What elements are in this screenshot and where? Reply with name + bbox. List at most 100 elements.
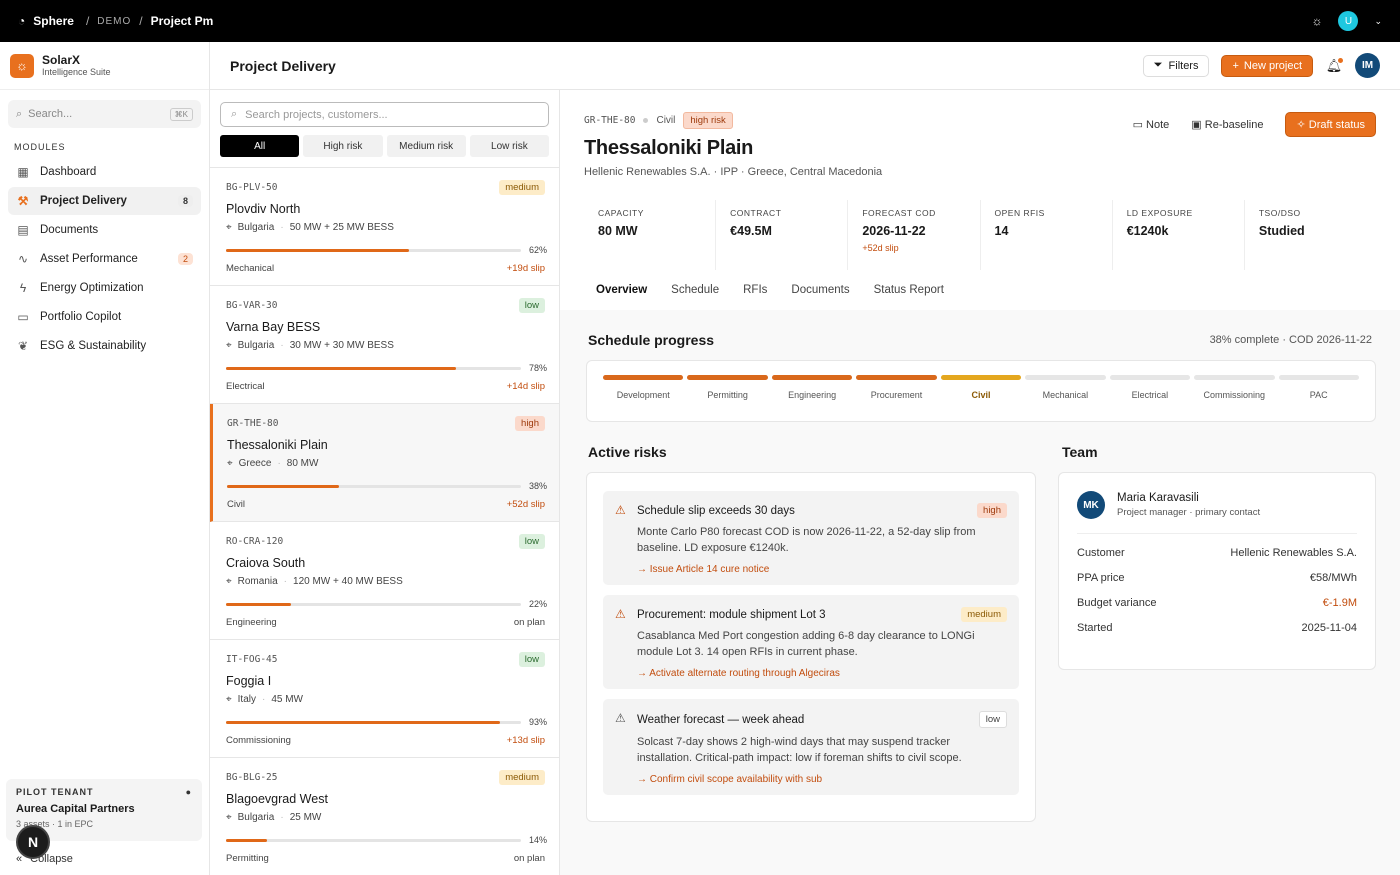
project-phase: Mechanical [226, 263, 275, 274]
warning-icon: ⚠ [615, 503, 626, 517]
slip-indicator: +52d slip [506, 499, 545, 510]
count-badge: 8 [177, 195, 193, 207]
project-detail: GR-THE-80 Civil high risk Thessaloniki P… [560, 90, 1400, 875]
risk-title: Procurement: module shipment Lot 3 [637, 608, 826, 621]
sidebar-item-portfolio-copilot[interactable]: ▭ Portfolio Copilot [8, 303, 201, 331]
phase-label: Engineering [788, 390, 837, 400]
sidebar-item-project-delivery[interactable]: ⚒ Project Delivery 8 [8, 187, 201, 215]
sidebar-item-energy-optimization[interactable]: ϟ Energy Optimization [8, 274, 201, 302]
project-size: 25 MW [289, 812, 322, 823]
page-title: Project Delivery [230, 57, 336, 74]
grid-icon: ▦ [17, 165, 29, 179]
chat-icon: ▭ [17, 310, 29, 324]
project-phase: Civil [656, 115, 676, 126]
chevron-down-icon[interactable]: ⌄ [1374, 16, 1382, 27]
kpi-label: CONTRACT [730, 208, 782, 218]
project-card[interactable]: BG-BLG-25 medium Blagoevgrad West ⌖ Bulgar… [210, 758, 559, 875]
project-country: Bulgaria [237, 812, 275, 823]
risk-level-badge: medium [961, 607, 1007, 622]
sidebar-item-asset-performance[interactable]: ∿ Asset Performance 2 [8, 245, 201, 273]
project-card[interactable]: BG-PLV-50 medium Plovdiv North ⌖ Bulgaria ·… [210, 168, 559, 286]
phase-bar [940, 375, 1022, 380]
filter-low-risk[interactable]: Low risk [469, 135, 549, 157]
project-name: Varna Bay BESS [226, 320, 321, 334]
project-code: BG-VAR-30 [226, 300, 278, 311]
draft-status-button[interactable]: ✧ Draft status [1285, 112, 1376, 137]
progress-fill [226, 602, 291, 606]
user-avatar[interactable]: U [1338, 11, 1359, 31]
alert-badge: 2 [177, 253, 193, 265]
note-icon: ▭ [1132, 119, 1143, 131]
plus-icon: + [1232, 59, 1239, 72]
theme-sun-icon[interactable]: ☼ [1311, 14, 1322, 28]
rebaseline-button[interactable]: ▣ Re-baseline [1191, 118, 1263, 131]
kpi-value: 2026-11-22 [862, 224, 926, 238]
risk-action-link[interactable]: → Activate alternate routing through Alg… [637, 668, 1007, 679]
sphere-icon: ◔ [18, 14, 26, 28]
sidebar-search-input[interactable]: ⌕ Search... ⌘K [8, 100, 201, 128]
risk-badge: low [518, 534, 545, 549]
risk-description: Solcast 7-day shows 2 high-wind days tha… [637, 736, 962, 764]
tab-schedule[interactable]: Schedule [659, 284, 731, 312]
sidebar-item-documents[interactable]: ▤ Documents [8, 216, 201, 244]
filter-high-risk[interactable]: High risk [303, 135, 383, 157]
kpi-value: €49.5M [730, 224, 772, 238]
project-name: Craiova South [226, 556, 306, 570]
next-devtools-icon[interactable]: N [16, 825, 50, 859]
project-card[interactable]: RO-CRA-120 low Craiova South ⌖ Romania · 120… [210, 522, 559, 640]
bolt-icon: ϟ [19, 281, 27, 295]
kpi-forecast-cod: FORECAST COD 2026-11-22 +52d slip [848, 200, 981, 270]
tab-status-report[interactable]: Status Report [862, 284, 956, 312]
top-bar: ◔ Sphere / DEMO / Project Pm ☼ U ⌄ [0, 0, 1400, 42]
schedule-progress-card: Development Permitting Engineering Procurem… [586, 360, 1376, 422]
crumb-demo[interactable]: DEMO [97, 16, 131, 27]
new-project-button[interactable]: + New project [1221, 54, 1313, 77]
risks-heading: Active risks [588, 444, 667, 460]
status-dot-icon: ● [185, 787, 192, 797]
sidebar: ☼ SolarX Intelligence Suite ⌕ Search... ⌘K … [0, 42, 210, 875]
kpi-label: CAPACITY [598, 208, 644, 218]
project-card[interactable]: IT-FOG-45 low Foggia I ⌖ Italy · 45 MW 93% C… [210, 640, 559, 758]
project-name: Thessaloniki Plain [227, 438, 328, 452]
notifications-button[interactable]: 🔔︎ [1325, 57, 1343, 74]
tab-rfis[interactable]: RFIs [731, 284, 779, 312]
tab-overview[interactable]: Overview [584, 284, 660, 312]
risk-level-badge: high [977, 503, 1007, 518]
info-value: Hellenic Renewables S.A. [1230, 547, 1357, 559]
risk-description: Monte Carlo P80 forecast COD is now 2026… [637, 526, 976, 554]
info-value: €58/MWh [1309, 572, 1357, 584]
risk-action-link[interactable]: → Issue Article 14 cure notice [637, 564, 1007, 575]
project-country: Italy [237, 694, 256, 705]
note-button[interactable]: ▭ Note [1133, 118, 1170, 131]
filter-all[interactable]: All [220, 135, 300, 157]
pulse-icon: ∿ [17, 252, 29, 266]
phase-label: Mechanical [1042, 390, 1089, 400]
project-search-input[interactable]: ⌕ Search projects, customers... [220, 102, 549, 127]
app-brand[interactable]: ◔ Sphere [18, 14, 74, 28]
brand-name: SolarX [42, 53, 81, 67]
risk-action-link[interactable]: → Confirm civil scope availability with … [637, 774, 1007, 785]
risk-badge: low [518, 652, 545, 667]
sidebar-item-label: Project Delivery [40, 195, 127, 207]
kpi-slip: +52d slip [862, 243, 899, 253]
progress-track [226, 838, 521, 842]
kpi-label: TSO/DSO [1258, 208, 1301, 218]
info-value: 2025-11-04 [1301, 622, 1357, 634]
project-card[interactable]: BG-VAR-30 low Varna Bay BESS ⌖ Bulgaria · 30… [210, 286, 559, 404]
search-placeholder: Search projects, customers... [245, 108, 388, 121]
team-heading: Team [1062, 444, 1098, 460]
project-phase: Commissioning [226, 735, 291, 746]
member-avatar: MK [1077, 491, 1105, 519]
project-card[interactable]: GR-THE-80 high Thessaloniki Plain ⌖ Greece… [210, 404, 559, 522]
sidebar-item-dashboard[interactable]: ▦ Dashboard [8, 158, 201, 186]
filter-medium-risk[interactable]: Medium risk [386, 135, 466, 157]
progress-fill [226, 366, 457, 370]
tab-documents[interactable]: Documents [779, 284, 861, 312]
user-avatar[interactable]: IM [1355, 53, 1380, 78]
filters-button[interactable]: ⏷ Filters [1142, 54, 1210, 77]
progress-fill [226, 720, 501, 724]
notification-dot [1338, 57, 1343, 63]
sidebar-item-esg[interactable]: ❦ ESG & Sustainability [8, 332, 201, 360]
location-pin-icon: ⌖ [226, 812, 232, 823]
kpi-tso-dso: TSO/DSO Studied [1245, 200, 1376, 270]
